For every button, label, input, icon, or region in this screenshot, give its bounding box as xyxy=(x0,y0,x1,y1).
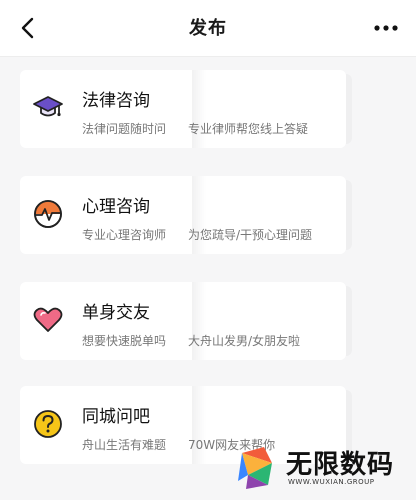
card-psychological-consulting[interactable]: 心理咨询 专业心理咨询师 为您疏导/干预心理问题 xyxy=(20,176,352,254)
card-title: 法律咨询 xyxy=(82,91,150,111)
more-button[interactable] xyxy=(368,14,404,42)
card-title: 心理咨询 xyxy=(82,197,150,217)
card-title: 单身交友 xyxy=(82,303,150,323)
card-edge xyxy=(346,180,352,250)
screen: 发布 法律咨询 法律问题随时问 专业律师帮您线上答疑 心理咨询 专业心理咨询师 … xyxy=(0,0,416,500)
card-title: 同城问吧 xyxy=(82,407,150,427)
heartbeat-chart-icon xyxy=(34,200,62,228)
question-circle-icon xyxy=(34,410,62,438)
publish-options-list: 法律咨询 法律问题随时问 专业律师帮您线上答疑 心理咨询 专业心理咨询师 为您疏… xyxy=(0,56,416,500)
card-edge xyxy=(346,74,352,144)
watermark: 无限数码 WWW.WUXIAN.GROUP xyxy=(234,442,410,494)
card-edge xyxy=(346,286,352,356)
heart-icon xyxy=(33,307,63,332)
page-title: 发布 xyxy=(189,18,227,39)
card-legal-consulting[interactable]: 法律咨询 法律问题随时问 专业律师帮您线上答疑 xyxy=(20,70,352,148)
card-singles-dating[interactable]: 单身交友 想要快速脱单吗 大舟山发男/女朋友啦 xyxy=(20,282,352,360)
card-subtitle-right: 专业律师帮您线上答疑 xyxy=(188,122,309,136)
watermark-logo-icon xyxy=(238,447,272,489)
top-bar: 发布 xyxy=(0,0,416,57)
card-subtitle-left: 想要快速脱单吗 xyxy=(82,334,167,348)
card-subtitle-left: 专业心理咨询师 xyxy=(82,228,167,242)
card-subtitle-right: 为您疏导/干预心理问题 xyxy=(188,228,313,242)
card-subtitle-left: 法律问题随时问 xyxy=(82,122,167,136)
card-subtitle-left: 舟山生活有难题 xyxy=(82,438,167,452)
graduation-cap-icon xyxy=(33,96,63,117)
watermark-text: 无限数码 xyxy=(286,450,395,480)
more-dots-icon xyxy=(374,25,398,31)
card-subtitle-right: 大舟山发男/女朋友啦 xyxy=(188,334,301,348)
watermark-url: WWW.WUXIAN.GROUP xyxy=(288,478,375,486)
